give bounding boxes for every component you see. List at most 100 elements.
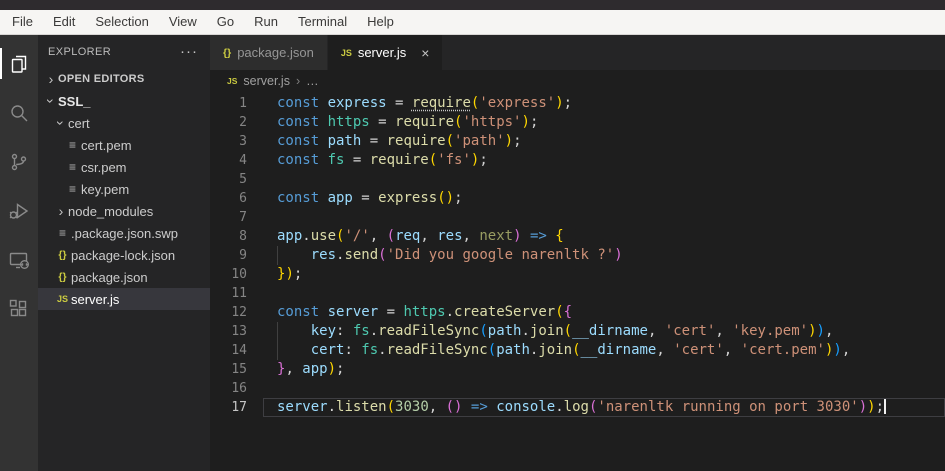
line-content xyxy=(247,208,277,227)
json-file-icon: {} xyxy=(58,271,67,283)
line-number[interactable]: 11 xyxy=(210,284,247,303)
line-number[interactable]: 17 xyxy=(210,398,247,417)
line-number[interactable]: 6 xyxy=(210,189,247,208)
line-number[interactable]: 14 xyxy=(210,341,247,360)
indent-guide xyxy=(277,341,278,360)
close-icon[interactable]: × xyxy=(421,46,429,60)
line-number[interactable]: 16 xyxy=(210,379,247,398)
menu-item-run[interactable]: Run xyxy=(244,10,288,34)
code-line[interactable]: 6 const app = express(); xyxy=(210,189,945,208)
line-number[interactable]: 10 xyxy=(210,265,247,284)
tree-item-label: cert.pem xyxy=(81,137,132,153)
code-line[interactable]: 5 xyxy=(210,170,945,189)
search-icon[interactable] xyxy=(0,88,38,137)
workbench: EXPLORER ··· › OPEN EDITORS › SSL_ › cert ≡ c… xyxy=(0,35,945,471)
tree-item-label: node_modules xyxy=(68,203,154,219)
breadcrumb-file[interactable]: server.js xyxy=(243,74,290,88)
line-content: }, app); xyxy=(277,361,345,377)
code-line[interactable]: 2 const https = require('https'); xyxy=(210,113,945,132)
chevron-right-icon: › xyxy=(48,71,54,87)
tree-item-label: package-lock.json xyxy=(71,247,176,263)
line-content: res.send('Did you google narenltk ?') xyxy=(247,246,623,265)
code-line[interactable]: 10}); xyxy=(210,265,945,284)
explorer-icon[interactable] xyxy=(0,39,38,88)
menu-item-go[interactable]: Go xyxy=(207,10,244,34)
code-line[interactable]: 7 xyxy=(210,208,945,227)
menu-item-edit[interactable]: Edit xyxy=(43,10,85,34)
code-line[interactable]: 15 }, app); xyxy=(210,360,945,379)
line-content: const path = require('path'); xyxy=(277,133,522,149)
code-line[interactable]: 4 const fs = require('fs'); xyxy=(210,151,945,170)
breadcrumb-symbol[interactable]: … xyxy=(306,74,319,88)
line-number[interactable]: 7 xyxy=(210,208,247,227)
line-number[interactable]: 12 xyxy=(210,303,247,322)
code-editor[interactable]: 1 const express = require('express'); 2 con… xyxy=(210,92,945,471)
file-file-icon: ≡ xyxy=(68,138,76,152)
json-file-icon: {} xyxy=(223,46,232,59)
line-number[interactable]: 4 xyxy=(210,151,247,170)
menu-item-selection[interactable]: Selection xyxy=(85,10,158,34)
tree-item-node-modules[interactable]: › node_modules xyxy=(38,200,210,222)
line-number[interactable]: 5 xyxy=(210,170,247,189)
line-number[interactable]: 3 xyxy=(210,132,247,151)
line-content: const https = require('https'); xyxy=(277,114,539,130)
file-file-icon: ≡ xyxy=(68,160,76,174)
code-line[interactable]: 11 xyxy=(210,284,945,303)
chevron-down-icon: › xyxy=(53,120,69,126)
tree-item-key-pem[interactable]: ≡ key.pem xyxy=(38,178,210,200)
explorer-sidebar: EXPLORER ··· › OPEN EDITORS › SSL_ › cert ≡ c… xyxy=(38,35,210,471)
source-control-icon[interactable] xyxy=(0,137,38,186)
line-number[interactable]: 2 xyxy=(210,113,247,132)
line-content xyxy=(247,379,277,398)
remote-explorer-icon[interactable] xyxy=(0,235,38,284)
line-number[interactable]: 1 xyxy=(210,94,247,113)
run-and-debug-icon[interactable] xyxy=(0,186,38,235)
tab-server-js[interactable]: JS server.js × xyxy=(327,35,444,70)
tree-item-cert-pem[interactable]: ≡ cert.pem xyxy=(38,134,210,156)
tree-item-cert[interactable]: › cert xyxy=(38,112,210,134)
line-number[interactable]: 9 xyxy=(210,246,247,265)
chevron-right-icon: › xyxy=(58,203,64,219)
open-editors-section[interactable]: › OPEN EDITORS xyxy=(38,68,210,90)
tree-item--package-json-swp[interactable]: ≡ .package.json.swp xyxy=(38,222,210,244)
menu-item-view[interactable]: View xyxy=(159,10,207,34)
line-content: app.use('/', (req, res, next) => { xyxy=(277,228,564,244)
tree-item-package-json[interactable]: {} package.json xyxy=(38,266,210,288)
tree-item-label: csr.pem xyxy=(81,159,127,175)
tree-item-package-lock-json[interactable]: {} package-lock.json xyxy=(38,244,210,266)
window-top-strip xyxy=(0,0,945,10)
tree-item-csr-pem[interactable]: ≡ csr.pem xyxy=(38,156,210,178)
js-file-icon: JS xyxy=(340,47,352,58)
code-line[interactable]: 9 res.send('Did you google narenltk ?') xyxy=(210,246,945,265)
line-content: server.listen(3030, () => console.log('n… xyxy=(277,398,887,415)
line-content: const app = express(); xyxy=(277,190,463,206)
file-tree: › SSL_ › cert ≡ cert.pem ≡ csr.pem ≡ key.pem › node… xyxy=(38,90,210,310)
code-line[interactable]: 17 server.listen(3030, () => console.log(… xyxy=(210,398,945,417)
tree-item-ssl-[interactable]: › SSL_ xyxy=(38,90,210,112)
code-line[interactable]: 12 const server = https.createServer({ xyxy=(210,303,945,322)
line-content xyxy=(247,284,277,303)
tree-item-server-js[interactable]: JS server.js xyxy=(38,288,210,310)
code-line[interactable]: 3 const path = require('path'); xyxy=(210,132,945,151)
menu-item-terminal[interactable]: Terminal xyxy=(288,10,357,34)
open-editors-label: OPEN EDITORS xyxy=(58,73,145,85)
line-number[interactable]: 8 xyxy=(210,227,247,246)
menu-bar: File Edit Selection View Go Run Terminal Help xyxy=(0,10,945,35)
code-line[interactable]: 14 cert: fs.readFileSync(path.join(__dir… xyxy=(210,341,945,360)
code-line[interactable]: 8 app.use('/', (req, res, next) => { xyxy=(210,227,945,246)
line-number[interactable]: 15 xyxy=(210,360,247,379)
extensions-icon[interactable] xyxy=(0,284,38,333)
chevron-down-icon: › xyxy=(43,98,59,104)
more-actions-icon[interactable]: ··· xyxy=(180,43,198,60)
code-line[interactable]: 13 key: fs.readFileSync(path.join(__dirn… xyxy=(210,322,945,341)
text-cursor xyxy=(884,398,887,414)
menu-item-help[interactable]: Help xyxy=(357,10,404,34)
code-line[interactable]: 16 xyxy=(210,379,945,398)
tab-package-json[interactable]: {} package.json xyxy=(210,35,328,70)
menu-item-file[interactable]: File xyxy=(2,10,43,34)
line-number[interactable]: 13 xyxy=(210,322,247,341)
code-line[interactable]: 1 const express = require('express'); xyxy=(210,94,945,113)
tree-item-label: server.js xyxy=(71,291,120,307)
js-file-icon: JS xyxy=(227,76,238,86)
indent-guide xyxy=(277,322,278,341)
